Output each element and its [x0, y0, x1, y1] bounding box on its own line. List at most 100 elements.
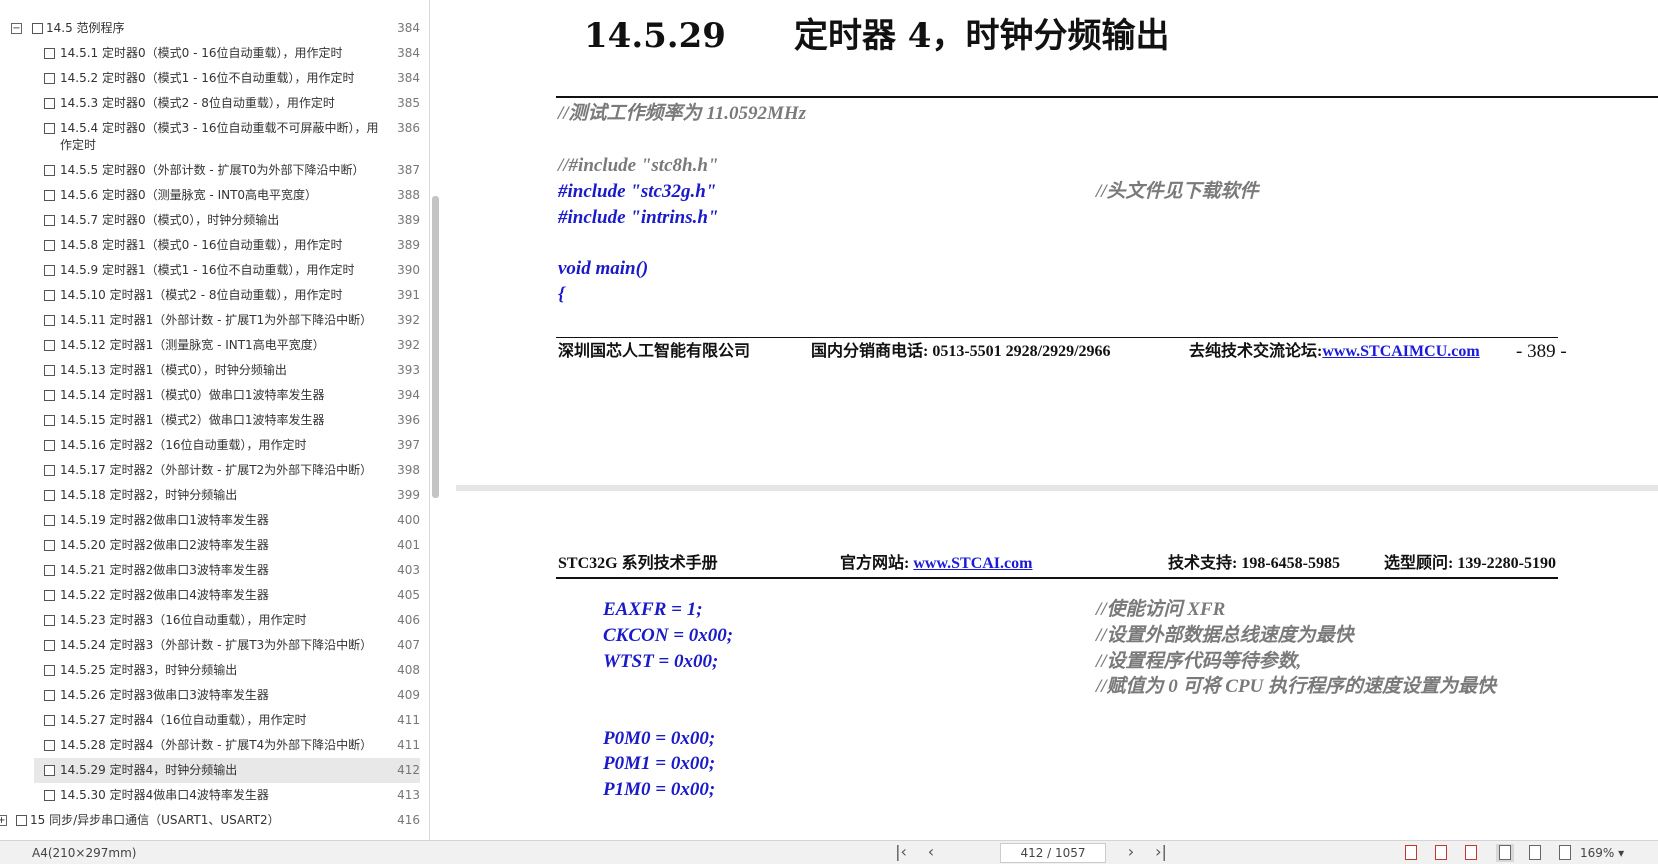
bookmark-icon	[44, 740, 55, 751]
two-page-icon	[1559, 845, 1571, 860]
prev-page-icon: ‹	[927, 842, 935, 861]
sidebar-item[interactable]: 14.5.29 定时器4，时钟分频输出 412	[34, 758, 420, 783]
sidebar-item[interactable]: 14.5.17 定时器2（外部计数 - 扩展T2为外部下降沿中断） 398	[0, 458, 420, 483]
sidebar-item[interactable]: 14.5.24 定时器3（外部计数 - 扩展T3为外部下降沿中断） 407	[0, 633, 420, 658]
sidebar-item-page: 384	[397, 46, 420, 60]
forum-link[interactable]: www.STCAIMCU.com	[1322, 343, 1479, 360]
bookmark-icon	[44, 215, 55, 226]
code-wtst: WTST = 0x00;	[603, 651, 719, 672]
sidebar-item-label: 14.5.25 定时器3，时钟分频输出	[60, 663, 238, 677]
sidebar-item[interactable]: 14.5.8 定时器1（模式0 - 16位自动重载），用作定时 389	[0, 233, 420, 258]
footer-page-number-wrap: - 389 -	[1516, 342, 1567, 363]
sidebar-item-page: 413	[397, 788, 420, 802]
sidebar-item-label: 14.5.28 定时器4（外部计数 - 扩展T4为外部下降沿中断）	[60, 738, 373, 752]
sidebar-item[interactable]: 14.5.14 定时器1（模式0）做串口1波特率发生器 394	[0, 383, 420, 408]
code-open-brace: {	[558, 284, 565, 305]
code-eaxfr: EAXFR = 1;	[603, 599, 703, 620]
sidebar-scrollbar[interactable]	[432, 196, 439, 498]
sidebar-item[interactable]: 14.5.28 定时器4（外部计数 - 扩展T4为外部下降沿中断） 411	[0, 733, 420, 758]
sidebar-item[interactable]: 14.5.1 定时器0（模式0 - 16位自动重载），用作定时 384	[0, 41, 420, 66]
sidebar-item[interactable]: 14.5.4 定时器0（模式3 - 16位自动重载不可屏蔽中断），用作定时 386	[0, 116, 420, 158]
sidebar-item-label: 14.5.4 定时器0（模式3 - 16位自动重载不可屏蔽中断），用作定时	[60, 121, 379, 152]
sidebar-item-label: 14.5.9 定时器1（模式1 - 16位不自动重载），用作定时	[60, 263, 355, 277]
sidebar-item[interactable]: 14.5.21 定时器2做串口3波特率发生器 403	[0, 558, 420, 583]
sidebar-item[interactable]: 14.5.9 定时器1（模式1 - 16位不自动重载），用作定时 390	[0, 258, 420, 283]
sidebar-item[interactable]: 14.5.12 定时器1（测量脉宽 - INT1高电平宽度） 392	[0, 333, 420, 358]
sidebar-item-page: 401	[397, 538, 420, 552]
sidebar-item[interactable]: 14.5.16 定时器2（16位自动重载），用作定时 397	[0, 433, 420, 458]
bookmark-icon	[16, 815, 27, 826]
continuous-button[interactable]	[1526, 844, 1544, 862]
sidebar-item-page: 399	[397, 488, 420, 502]
sidebar-item[interactable]: 14.5.3 定时器0（模式2 - 8位自动重载），用作定时 385	[0, 91, 420, 116]
sidebar-item[interactable]: 14.5.15 定时器1（模式2）做串口1波特率发生器 396	[0, 408, 420, 433]
sidebar-item-label: 15 同步/异步串口通信（USART1、USART2）	[30, 813, 280, 827]
sidebar-item[interactable]: 14.5.23 定时器3（16位自动重载），用作定时 406	[0, 608, 420, 633]
sidebar-item-label: 14.5.11 定时器1（外部计数 - 扩展T1为外部下降沿中断）	[60, 313, 373, 327]
document-view[interactable]: 14.5.29 定时器 4，时钟分频输出 //测试工作频率为 11.0592MH…	[456, 0, 1658, 840]
footer-forum-label: 去纯技术交流论坛:	[1189, 343, 1323, 360]
prev-page-button[interactable]: ‹	[920, 843, 942, 863]
sidebar-item-page: 411	[397, 713, 420, 727]
code-ckcon: CKCON = 0x00;	[603, 625, 734, 646]
sidebar-item[interactable]: 14.5.30 定时器4做串口4波特率发生器 413	[0, 783, 420, 808]
bookmark-icon	[44, 265, 55, 276]
sidebar-item[interactable]: 14.5.5 定时器0（外部计数 - 扩展T0为外部下降沿中断） 387	[0, 158, 420, 183]
sidebar-item[interactable]: 14.5.2 定时器0（模式1 - 16位不自动重载），用作定时 384	[0, 66, 420, 91]
sidebar-item-page: 408	[397, 663, 420, 677]
bookmark-icon	[44, 540, 55, 551]
sidebar-item[interactable]: +15 同步/异步串口通信（USART1、USART2） 416	[0, 808, 420, 833]
sidebar-item[interactable]: − 14.5 范例程序 384	[0, 16, 420, 41]
sidebar-item[interactable]: 14.5.11 定时器1（外部计数 - 扩展T1为外部下降沿中断） 392	[0, 308, 420, 333]
bookmark-icon	[44, 765, 55, 776]
sidebar-item-label: 14.5.7 定时器0（模式0），时钟分频输出	[60, 213, 280, 227]
sidebar-item[interactable]: 14.5.20 定时器2做串口2波特率发生器 401	[0, 533, 420, 558]
bookmark-icon	[44, 123, 55, 134]
sidebar-item-page: 393	[397, 363, 420, 377]
sidebar-item[interactable]: 14.5.7 定时器0（模式0），时钟分频输出 389	[0, 208, 420, 233]
sidebar-item-label: 14.5.29 定时器4，时钟分频输出	[60, 763, 238, 777]
single-page-button[interactable]	[1496, 844, 1514, 862]
zoom-selector[interactable]: 169% ▾	[1580, 846, 1624, 860]
sidebar-item[interactable]: 14.5.26 定时器3做串口3波特率发生器 409	[0, 683, 420, 708]
two-page-button[interactable]	[1556, 844, 1574, 862]
sidebar-item-page: 388	[397, 188, 420, 202]
bookmark-icon	[44, 365, 55, 376]
fit-width-icon	[1405, 845, 1417, 860]
section-title: 14.5.29 定时器 4，时钟分频输出	[584, 16, 1170, 56]
bookmark-tree: −14.5 范例程序 384 14.5.1 定时器0（模式0 - 16位自动重载），…	[0, 16, 420, 833]
site-link[interactable]: www.STCAI.com	[913, 555, 1032, 572]
bookmark-icon	[44, 465, 55, 476]
bookmark-icon	[44, 790, 55, 801]
code-p0m0: P0M0 = 0x00;	[603, 728, 716, 749]
next-page-button[interactable]: ›	[1120, 843, 1142, 863]
bookmark-icon	[44, 665, 55, 676]
header-advisor: 选型顾问: 139-2280-5190	[1384, 555, 1556, 572]
first-page-button[interactable]: |‹	[890, 843, 912, 863]
sidebar-item-page: 392	[397, 338, 420, 352]
sidebar-item-label: 14.5.30 定时器4做串口4波特率发生器	[60, 788, 269, 802]
actual-size-button[interactable]	[1432, 844, 1450, 862]
bookmark-icon	[44, 440, 55, 451]
sidebar-item-page: 390	[397, 263, 420, 277]
sidebar-item[interactable]: 14.5.22 定时器2做串口4波特率发生器 405	[0, 583, 420, 608]
code-comment-wait: //设置程序代码等待参数,	[1096, 651, 1302, 672]
header-site: 官方网站: www.STCAI.com	[840, 554, 1032, 574]
sidebar-item[interactable]: 14.5.19 定时器2做串口1波特率发生器 400	[0, 508, 420, 533]
sidebar-item[interactable]: 14.5.10 定时器1（模式2 - 8位自动重载），用作定时 391	[0, 283, 420, 308]
sidebar-item[interactable]: 14.5.13 定时器1（模式0），时钟分频输出 393	[0, 358, 420, 383]
collapse-icon[interactable]: −	[11, 23, 22, 34]
sidebar-item-label: 14.5.13 定时器1（模式0），时钟分频输出	[60, 363, 287, 377]
sidebar-item[interactable]: 14.5.25 定时器3，时钟分频输出 408	[0, 658, 420, 683]
fit-page-button[interactable]	[1462, 844, 1480, 862]
expand-icon[interactable]: +	[0, 815, 7, 826]
code-include-stc32g: #include "stc32g.h"	[558, 181, 717, 202]
sidebar-item[interactable]: 14.5.27 定时器4（16位自动重载），用作定时 411	[0, 708, 420, 733]
last-page-button[interactable]: ›|	[1150, 843, 1172, 863]
sidebar-item[interactable]: 14.5.6 定时器0（测量脉宽 - INT0高电平宽度） 388	[0, 183, 420, 208]
sidebar-item[interactable]: 14.5.18 定时器2，时钟分频输出 399	[0, 483, 420, 508]
header-site-label: 官方网站:	[840, 555, 914, 572]
fit-width-button[interactable]	[1402, 844, 1420, 862]
page-number-input[interactable]: 412 / 1057	[1000, 843, 1106, 863]
page-size-label: A4(210×297mm)	[32, 846, 137, 860]
